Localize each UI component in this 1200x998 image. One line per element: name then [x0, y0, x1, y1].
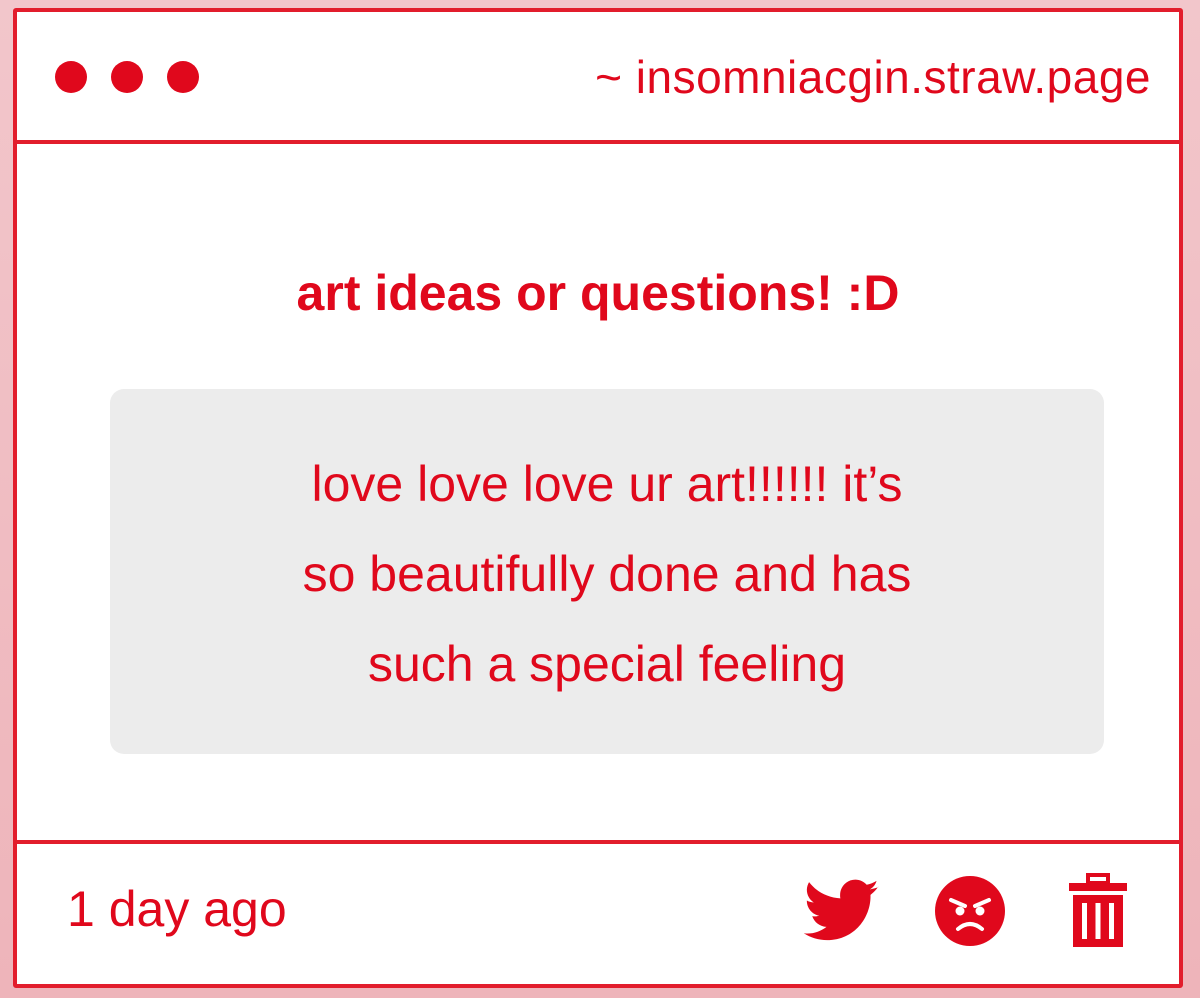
trash-icon: [1069, 873, 1127, 947]
message-line: such a special feeling: [367, 636, 847, 692]
window-dot-2[interactable]: [111, 61, 143, 93]
window-controls: [55, 61, 199, 93]
window-dot-3[interactable]: [167, 61, 199, 93]
page-title: art ideas or questions! :D: [296, 265, 900, 321]
window-dot-1[interactable]: [55, 61, 87, 93]
window-titlebar: ~ insomniacgin.straw.page: [17, 12, 1179, 144]
message-line: so beautifully done and has: [302, 546, 912, 602]
delete-button[interactable]: [1059, 872, 1137, 950]
page-background: ~ insomniacgin.straw.page art ideas or q…: [0, 0, 1200, 998]
angry-face-icon: [935, 876, 1005, 946]
message-footer: 1 day ago: [17, 840, 1179, 984]
page-url[interactable]: ~ insomniacgin.straw.page: [595, 50, 1151, 104]
timestamp: 1 day ago: [67, 881, 287, 937]
message-window: ~ insomniacgin.straw.page art ideas or q…: [13, 8, 1183, 988]
twitter-bird-icon: [804, 879, 879, 941]
angry-reaction-button[interactable]: [931, 872, 1009, 950]
action-buttons: [803, 872, 1137, 950]
message-content: art ideas or questions! :D love love lov…: [17, 144, 1179, 844]
message-box: love love love ur art!!!!!! it’s so beau…: [110, 389, 1104, 754]
twitter-share-button[interactable]: [803, 872, 881, 950]
message-text: love love love ur art!!!!!! it’s so beau…: [110, 439, 1104, 709]
message-line: love love love ur art!!!!!! it’s: [311, 456, 903, 512]
